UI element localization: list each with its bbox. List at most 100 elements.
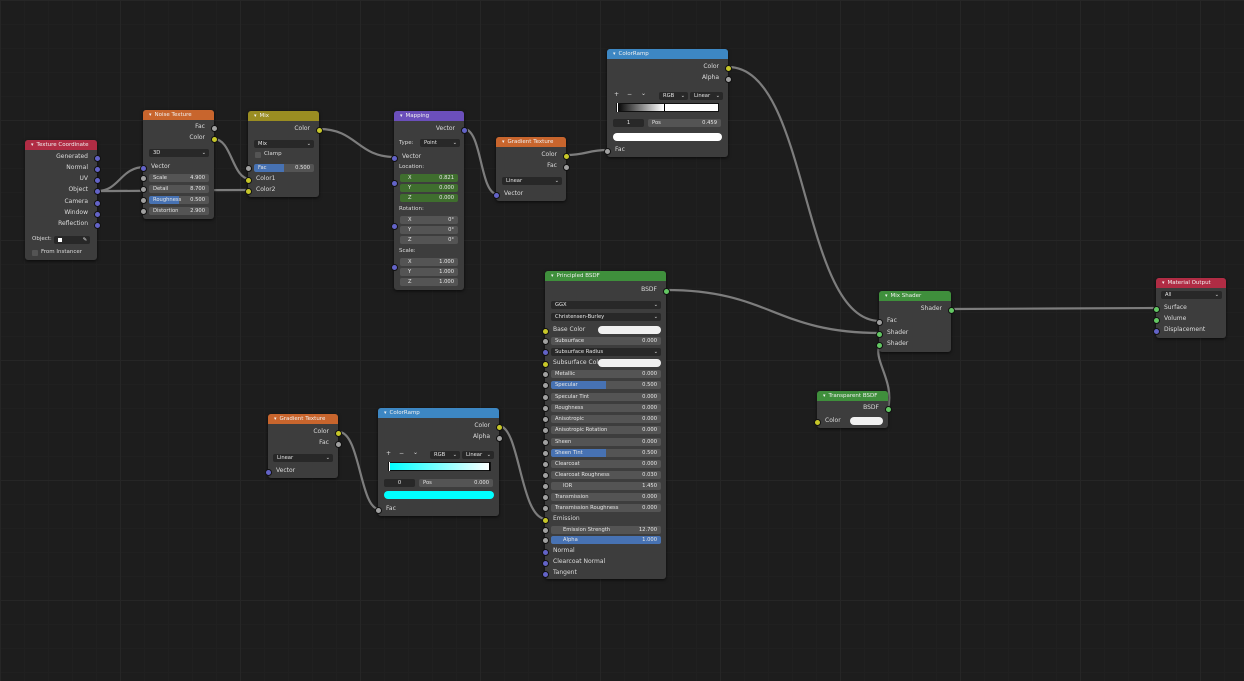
collapse-icon[interactable]: ▾ (254, 113, 257, 119)
socket-camera[interactable] (94, 200, 101, 207)
subsurface-radius-field[interactable]: Subsurface Radius ⌄ (551, 348, 661, 356)
socket-detail[interactable] (140, 186, 147, 193)
socket-anisotropic[interactable] (542, 416, 549, 423)
socket-color2[interactable] (245, 188, 252, 195)
socket-location[interactable] (391, 180, 398, 187)
socket-vector[interactable] (140, 165, 147, 172)
node-header[interactable]: ▾ Transparent BSDF (817, 391, 888, 401)
blend-mode-dropdown[interactable]: Mix ⌄ (254, 140, 314, 148)
node-noise-texture[interactable]: ▾ Noise Texture Fac Color 3D ⌄ Vector Scal… (140, 110, 218, 219)
node-gradient-texture-2[interactable]: ▾ Gradient Texture Color Fac Linear ⌄ Vect… (265, 414, 342, 478)
collapse-icon[interactable]: ▾ (1162, 280, 1165, 286)
distribution-dropdown[interactable]: GGX ⌄ (551, 301, 661, 309)
collapse-icon[interactable]: ▾ (551, 273, 554, 279)
socket-color1[interactable] (245, 177, 252, 184)
socket-specular-tint[interactable] (542, 394, 549, 401)
location-x-field[interactable]: X 0.821 (400, 174, 458, 182)
socket-color[interactable] (725, 65, 732, 72)
node-mapping[interactable]: ▾ Mapping Vector Type: Point ⌄ Vector Loca… (391, 111, 468, 290)
socket-subsurface[interactable] (542, 338, 549, 345)
node-mix-shader[interactable]: ▾ Mix Shader Shader Fac Shader Shader (876, 291, 955, 352)
remove-stop-button[interactable]: − (627, 91, 632, 98)
stop-index-field[interactable]: 1 (613, 119, 644, 127)
socket-fac[interactable] (604, 148, 611, 155)
socket-tangent[interactable] (542, 571, 549, 578)
socket-alpha[interactable] (496, 435, 503, 442)
socket-sheen-tint[interactable] (542, 450, 549, 457)
socket-fac[interactable] (211, 125, 218, 132)
collapse-icon[interactable]: ▾ (823, 393, 826, 399)
ramp-stop-1[interactable] (489, 462, 490, 471)
socket-sheen[interactable] (542, 439, 549, 446)
interpolation-dropdown[interactable]: Linear ⌄ (690, 92, 723, 100)
target-dropdown[interactable]: All ⌄ (1161, 291, 1222, 299)
socket-transmission-roughness[interactable] (542, 505, 549, 512)
rotation-z-field[interactable]: Z 0° (400, 236, 458, 244)
node-mix-rgb[interactable]: ▾ Mix Color Mix ⌄ Clamp Fac 0.500 Color1 Co… (245, 111, 323, 197)
gradient-ramp-bar[interactable] (616, 103, 719, 112)
node-colorramp-1[interactable]: ▾ ColorRamp Color Alpha + − ⌄ RGB ⌄ Linear… (604, 49, 732, 157)
socket-uv[interactable] (94, 177, 101, 184)
collapse-icon[interactable]: ▾ (613, 51, 616, 57)
detail-field[interactable]: Detail 8.700 (149, 185, 209, 193)
stop-color-swatch[interactable] (613, 133, 722, 141)
subsurface-color-swatch[interactable] (598, 359, 661, 367)
subsurface-field[interactable]: Subsurface 0.000 (551, 337, 661, 345)
socket-fac[interactable] (563, 164, 570, 171)
socket-transmission[interactable] (542, 494, 549, 501)
node-header[interactable]: ▾ Mix Shader (879, 291, 951, 301)
socket-anisotropic-rotation[interactable] (542, 427, 549, 434)
node-header[interactable]: ▾ Noise Texture (143, 110, 214, 120)
collapse-icon[interactable]: ▾ (149, 112, 152, 118)
socket-vector-out[interactable] (461, 127, 468, 134)
node-transparent-bsdf[interactable]: ▾ Transparent BSDF BSDF Color (814, 391, 892, 428)
metallic-field[interactable]: Metallic 0.000 (551, 370, 661, 378)
socket-rotation[interactable] (391, 223, 398, 230)
gradient-type-dropdown[interactable]: Linear ⌄ (502, 177, 562, 185)
ramp-stop-0[interactable] (617, 103, 618, 112)
add-stop-button[interactable]: + (614, 91, 619, 98)
socket-subsurface-color[interactable] (542, 361, 549, 368)
socket-scale[interactable] (140, 175, 147, 182)
node-principled-bsdf[interactable]: ▾ Principled BSDF BSDF GGX ⌄ Christensen-B… (542, 271, 670, 579)
node-header[interactable]: ▾ ColorRamp (378, 408, 499, 418)
socket-bsdf[interactable] (663, 288, 670, 295)
color-swatch[interactable] (850, 417, 883, 425)
color-mode-dropdown[interactable]: RGB ⌄ (430, 451, 460, 459)
subsurface-method-dropdown[interactable]: Christensen-Burley ⌄ (551, 313, 661, 321)
socket-alpha[interactable] (725, 76, 732, 83)
socket-clearcoat-normal[interactable] (542, 560, 549, 567)
socket-surface[interactable] (1153, 306, 1160, 313)
dimensions-dropdown[interactable]: 3D ⌄ (149, 149, 209, 157)
ramp-menu-button[interactable]: ⌄ (413, 449, 418, 456)
collapse-icon[interactable]: ▾ (384, 410, 387, 416)
clearcoat-field[interactable]: Clearcoat 0.000 (551, 460, 661, 468)
collapse-icon[interactable]: ▾ (502, 139, 505, 145)
roughness-field[interactable]: Roughness 0.500 (149, 196, 209, 204)
gradient-type-dropdown[interactable]: Linear ⌄ (273, 454, 333, 462)
location-z-field[interactable]: Z 0.000 (400, 194, 458, 202)
rotation-x-field[interactable]: X 0° (400, 216, 458, 224)
node-header[interactable]: ▾ Gradient Texture (496, 137, 566, 147)
from-instancer-checkbox[interactable] (32, 250, 38, 256)
socket-volume[interactable] (1153, 317, 1160, 324)
socket-shader-1[interactable] (876, 331, 883, 338)
sheen-field[interactable]: Sheen 0.000 (551, 438, 661, 446)
color-mode-dropdown[interactable]: RGB ⌄ (659, 92, 688, 100)
socket-normal[interactable] (542, 549, 549, 556)
collapse-icon[interactable]: ▾ (31, 142, 34, 148)
socket-bsdf[interactable] (885, 406, 892, 413)
specular-field[interactable]: Specular 0.500 (551, 381, 661, 389)
node-texture-coordinate[interactable]: ▾ Texture Coordinate Generated Normal UV … (25, 140, 101, 260)
socket-vector[interactable] (265, 469, 272, 476)
transmission-roughness-field[interactable]: Transmission Roughness 0.000 (551, 504, 661, 512)
socket-alpha[interactable] (542, 537, 549, 544)
socket-roughness[interactable] (542, 405, 549, 412)
collapse-icon[interactable]: ▾ (885, 293, 888, 299)
stop-color-swatch[interactable] (384, 491, 494, 499)
socket-window[interactable] (94, 211, 101, 218)
ramp-stop-0[interactable] (389, 462, 390, 471)
stop-position-field[interactable]: Pos 0.459 (648, 119, 721, 127)
node-header[interactable]: ▾ Texture Coordinate (25, 140, 97, 150)
sheen-tint-field[interactable]: Sheen Tint 0.500 (551, 449, 661, 457)
